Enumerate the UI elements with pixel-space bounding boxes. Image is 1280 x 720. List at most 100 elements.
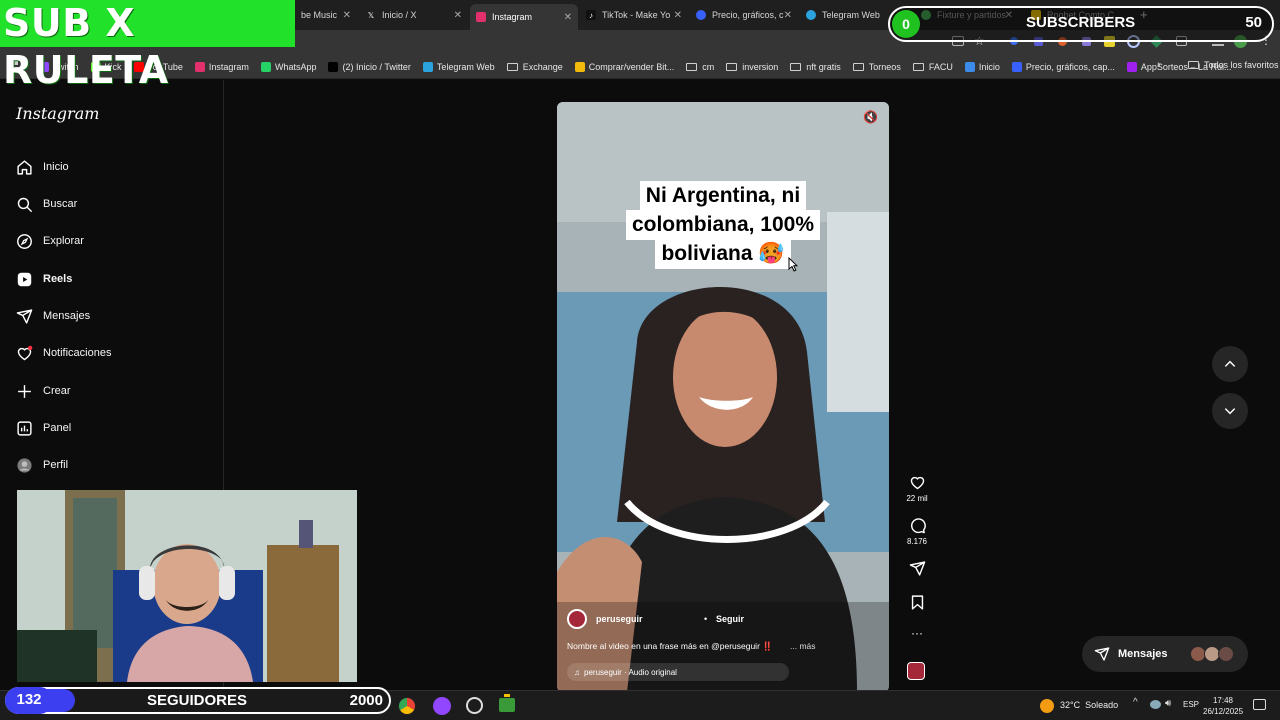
subscribers-goal-bar: 0 SUBSCRIBERS 50 bbox=[888, 6, 1274, 42]
audio-pill[interactable]: ♫ peruseguir · Audio original bbox=[567, 663, 789, 681]
caption-line: colombiana, 100% bbox=[625, 210, 821, 240]
messages-pill-label: Mensajes bbox=[1118, 648, 1168, 660]
reel-description: Nombre al video en una frase más en @per… bbox=[567, 641, 773, 651]
close-tab-icon[interactable]: ✕ bbox=[674, 10, 682, 21]
caption-line: boliviana 🥵 bbox=[655, 239, 791, 269]
webcam-streamer-image bbox=[17, 490, 357, 682]
bookmark-item[interactable]: Torneos bbox=[852, 61, 901, 72]
nav-panel[interactable]: Panel bbox=[16, 416, 71, 440]
weather-text[interactable]: 32°C Soleado bbox=[1060, 700, 1118, 710]
bookmark-item[interactable]: inversion bbox=[726, 62, 778, 72]
save-button[interactable] bbox=[904, 594, 930, 614]
send-icon bbox=[1094, 647, 1110, 661]
separator-dot: • bbox=[704, 614, 708, 624]
nav-label: Explorar bbox=[43, 235, 84, 247]
obs-taskbar-icon[interactable] bbox=[466, 697, 483, 714]
bookmark-item[interactable]: Exchange bbox=[506, 62, 563, 72]
nav-inicio[interactable]: Inicio bbox=[16, 155, 69, 179]
bookmark-favicon-icon bbox=[260, 61, 271, 72]
x-logo-icon: 𝕏 bbox=[367, 10, 375, 20]
next-reel-button[interactable] bbox=[1212, 393, 1248, 429]
bookmark-item[interactable]: WhatsApp bbox=[260, 61, 316, 72]
tab-tiktok[interactable]: ♪ TikTok - Make Yo ✕ bbox=[580, 4, 688, 26]
tab-coinmarketcap[interactable]: Precio, gráficos, c ✕ bbox=[690, 4, 798, 26]
reel-username[interactable]: peruseguir bbox=[596, 614, 643, 624]
all-bookmarks-button[interactable]: Todos los favoritos bbox=[1188, 60, 1279, 70]
bookmark-favicon-icon bbox=[1126, 61, 1137, 72]
folder-icon bbox=[686, 62, 698, 71]
bookmark-label: FACU bbox=[928, 61, 953, 72]
bookmark-item[interactable]: Instagram bbox=[194, 61, 249, 72]
nav-label: Panel bbox=[43, 422, 72, 434]
nav-mensajes[interactable]: Mensajes bbox=[16, 304, 90, 328]
clock[interactable]: 17:48 26/12/2025 bbox=[1203, 695, 1243, 717]
avatar-icon bbox=[17, 457, 32, 473]
reel-author-avatar[interactable] bbox=[567, 609, 587, 629]
close-tab-icon[interactable]: ✕ bbox=[784, 10, 792, 21]
folder-icon bbox=[726, 62, 738, 71]
bookmark-item[interactable]: Precio, gráficos, cap... bbox=[1011, 61, 1115, 72]
nav-crear[interactable]: Crear bbox=[16, 379, 71, 403]
bookmark-favicon-icon bbox=[194, 61, 205, 72]
bookmark-label: (2) Inicio / Twitter bbox=[342, 61, 411, 72]
chart-icon bbox=[696, 10, 706, 20]
app-taskbar-icon[interactable] bbox=[433, 697, 451, 715]
bookmark-item[interactable]: Inicio bbox=[964, 61, 1000, 72]
notifications-icon[interactable] bbox=[1253, 699, 1266, 710]
app-taskbar-icon[interactable] bbox=[499, 698, 515, 712]
mute-icon[interactable]: 🔇 bbox=[863, 110, 878, 124]
bookmark-item[interactable]: (2) Inicio / Twitter bbox=[328, 61, 411, 72]
chrome-taskbar-icon[interactable] bbox=[398, 697, 416, 715]
audio-thumbnail[interactable] bbox=[907, 662, 925, 680]
tab-label: Telegram Web bbox=[822, 10, 880, 20]
heart-icon bbox=[910, 476, 924, 490]
instagram-logo[interactable]: Instagram bbox=[16, 104, 99, 123]
tab-x[interactable]: 𝕏 Inicio / X ✕ bbox=[360, 4, 468, 26]
comment-button[interactable]: 8.176 bbox=[904, 517, 930, 546]
bookmark-item[interactable]: FACU bbox=[912, 61, 953, 72]
nav-buscar[interactable]: Buscar bbox=[16, 192, 77, 216]
share-button[interactable] bbox=[904, 560, 930, 580]
nav-perfil[interactable]: Perfil bbox=[16, 453, 68, 477]
tab-instagram[interactable]: Instagram ✕ bbox=[470, 4, 578, 30]
nav-explorar[interactable]: Explorar bbox=[16, 229, 84, 253]
send-icon bbox=[909, 561, 925, 576]
more-options-icon[interactable]: ··· bbox=[904, 626, 930, 640]
network-icon[interactable] bbox=[1150, 700, 1161, 709]
mouse-cursor-icon bbox=[788, 257, 798, 272]
followers-goal: 2000 bbox=[349, 692, 383, 709]
messages-pill-button[interactable]: Mensajes bbox=[1082, 636, 1248, 672]
tab-telegram[interactable]: Telegram Web bbox=[800, 4, 890, 26]
bookmark-item[interactable]: nft gratis bbox=[790, 62, 841, 72]
bookmark-label: cm bbox=[702, 61, 715, 72]
nav-notificaciones[interactable]: Notificaciones bbox=[16, 341, 111, 365]
follow-button[interactable]: Seguir bbox=[716, 614, 744, 624]
heart-icon bbox=[17, 345, 33, 360]
previous-reel-button[interactable] bbox=[1212, 346, 1248, 382]
reels-icon bbox=[17, 272, 32, 286]
nav-reels[interactable]: Reels bbox=[16, 267, 72, 291]
bookmark-label: Precio, gráficos, cap... bbox=[1025, 61, 1115, 72]
tab-music[interactable]: be Music ✕ bbox=[295, 4, 357, 26]
bookmark-item[interactable]: cm bbox=[686, 62, 714, 72]
bookmark-label: Torneos bbox=[868, 61, 901, 72]
all-bookmarks-label: Todos los favoritos bbox=[1204, 60, 1279, 70]
bookmark-label: Instagram bbox=[208, 61, 249, 72]
bookmark-favicon-icon bbox=[964, 61, 975, 72]
close-tab-icon[interactable]: ✕ bbox=[343, 10, 351, 21]
music-note-icon: ♫ bbox=[574, 667, 580, 677]
chevron-down-icon bbox=[1224, 408, 1236, 415]
volume-icon[interactable]: 🔊︎ bbox=[1165, 698, 1171, 709]
bookmark-favicon-icon bbox=[328, 61, 339, 72]
close-tab-icon[interactable]: ✕ bbox=[564, 12, 572, 23]
like-button[interactable]: 22 mil bbox=[904, 474, 930, 503]
bookmark-icon bbox=[911, 595, 923, 610]
chevron-right-icon[interactable]: › bbox=[1157, 59, 1161, 71]
more-link[interactable]: ... más bbox=[790, 641, 816, 651]
close-tab-icon[interactable]: ✕ bbox=[454, 10, 462, 21]
reel-video[interactable]: 🔇 Ni Argentina, ni colombiana, 100% boli… bbox=[557, 102, 889, 692]
bookmark-item[interactable]: Comprar/vender Bit... bbox=[574, 61, 674, 72]
chevron-up-icon[interactable]: ^ bbox=[1133, 697, 1138, 708]
bookmark-item[interactable]: Telegram Web bbox=[422, 61, 495, 72]
language-indicator[interactable]: ESP bbox=[1183, 700, 1199, 709]
